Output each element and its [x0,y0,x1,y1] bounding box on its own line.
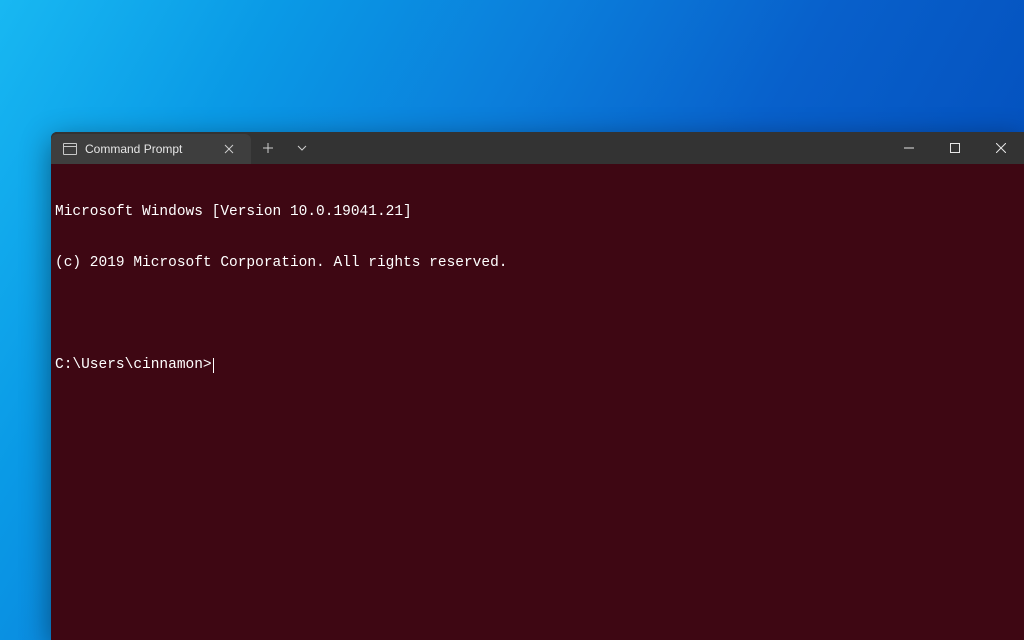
desktop-background: Command Prompt [0,0,1024,640]
minimize-button[interactable] [886,132,932,164]
prompt-line[interactable]: C:\Users\cinnamon> [55,357,1020,374]
close-button[interactable] [978,132,1024,164]
tab-dropdown-button[interactable] [285,132,319,164]
tab-command-prompt[interactable]: Command Prompt [51,134,251,164]
minimize-icon [904,143,914,153]
banner-line: Microsoft Windows [Version 10.0.19041.21… [55,204,1020,221]
text-cursor [213,358,215,373]
titlebar-drag-region[interactable] [319,132,886,164]
tab-close-button[interactable] [217,137,241,161]
maximize-button[interactable] [932,132,978,164]
maximize-icon [950,143,960,153]
tab-title: Command Prompt [85,142,217,156]
close-icon [224,144,234,154]
window-controls [886,132,1024,164]
chevron-down-icon [296,142,308,154]
terminal-body[interactable]: Microsoft Windows [Version 10.0.19041.21… [51,164,1024,640]
banner-line: (c) 2019 Microsoft Corporation. All righ… [55,255,1020,272]
close-icon [996,143,1006,153]
plus-icon [262,142,274,154]
new-tab-button[interactable] [251,132,285,164]
terminal-icon [63,143,77,155]
blank-line [55,306,1020,323]
prompt-text: C:\Users\cinnamon> [55,357,212,374]
titlebar[interactable]: Command Prompt [51,132,1024,164]
terminal-window: Command Prompt [51,132,1024,640]
